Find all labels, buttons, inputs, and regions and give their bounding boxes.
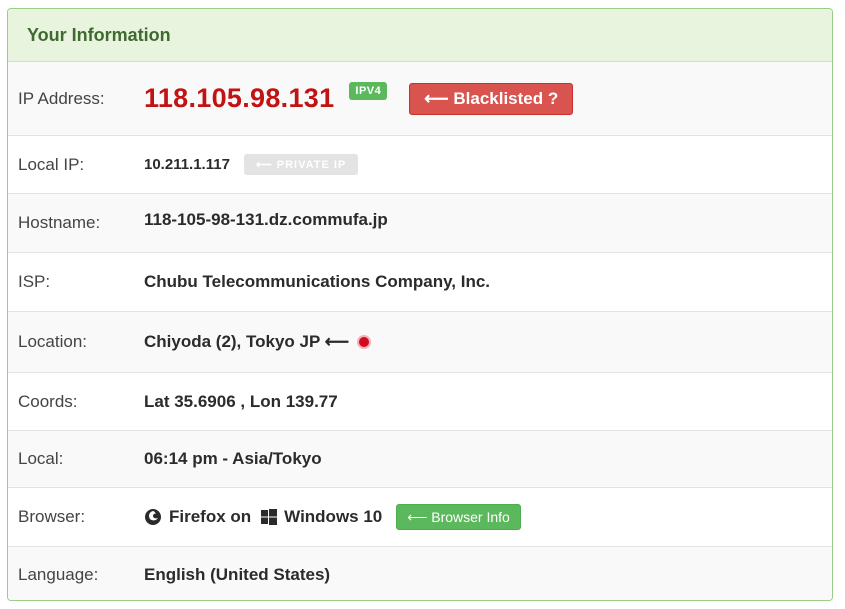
local-ip-value: 10.211.1.117 — [144, 156, 230, 173]
row-local-ip: Local IP: 10.211.1.117 ⟵ PRIVATE IP — [8, 136, 832, 194]
label-local-time: Local: — [18, 449, 64, 468]
browser-group: Firefox on Windows 10 ⟵ Browser Info — [144, 504, 521, 530]
row-local-time: Local: 06:14 pm - Asia/Tokyo — [8, 431, 832, 488]
ip-value-group: 118.105.98.131 IPV4 ⟵ Blacklisted ? — [144, 81, 574, 115]
location-group: Chiyoda (2), Tokyo JP ⟵ — [144, 332, 370, 352]
ipv4-badge: IPV4 — [349, 81, 388, 100]
label-location: Location: — [18, 332, 87, 351]
information-panel: Your Information IP Address: 118.105.98.… — [7, 8, 833, 601]
language-value: English (United States) — [144, 564, 331, 584]
label-language: Language: — [18, 564, 99, 584]
panel-header: Your Information — [8, 9, 832, 62]
private-ip-badge: ⟵ PRIVATE IP — [243, 154, 359, 175]
row-ip-address: IP Address: 118.105.98.131 IPV4 ⟵ Blackl… — [8, 62, 832, 136]
blacklisted-button[interactable]: ⟵ Blacklisted ? — [409, 82, 574, 115]
browser-info-button[interactable]: ⟵ Browser Info — [396, 504, 521, 530]
location-value: Chiyoda (2), Tokyo JP ⟵ — [144, 332, 350, 351]
firefox-icon — [144, 508, 162, 526]
local-time-value: 06:14 pm - Asia/Tokyo — [144, 449, 322, 468]
label-browser: Browser: — [18, 507, 86, 526]
coords-value: Lat 35.6906 , Lon 139.77 — [144, 391, 338, 411]
browser-name: Firefox on — [169, 507, 252, 526]
isp-value: Chubu Telecommunications Company, Inc. — [144, 272, 491, 291]
row-coords: Coords: Lat 35.6906 , Lon 139.77 — [8, 373, 832, 431]
label-ip-address: IP Address: — [18, 88, 105, 108]
panel-title: Your Information — [27, 24, 171, 45]
ip-address-value: 118.105.98.131 — [144, 83, 335, 113]
local-ip-group: 10.211.1.117 ⟵ PRIVATE IP — [144, 154, 359, 175]
row-location: Location: Chiyoda (2), Tokyo JP ⟵ — [8, 312, 832, 373]
row-browser: Browser: Firefox on Windows 10 ⟵ Browser — [8, 488, 832, 547]
hostname-value: 118-105-98-131.dz.commufa.jp — [144, 210, 388, 229]
row-isp: ISP: Chubu Telecommunications Company, I… — [8, 253, 832, 312]
windows-icon — [261, 509, 278, 525]
label-isp: ISP: — [18, 272, 51, 291]
label-coords: Coords: — [18, 391, 78, 411]
label-hostname: Hostname: — [18, 213, 101, 232]
row-language: Language: English (United States) — [8, 547, 832, 600]
os-name: Windows 10 — [284, 507, 383, 526]
japan-flag-icon — [359, 337, 370, 347]
row-hostname: Hostname: 118-105-98-131.dz.commufa.jp — [8, 194, 832, 253]
label-local-ip: Local IP: — [18, 154, 85, 174]
